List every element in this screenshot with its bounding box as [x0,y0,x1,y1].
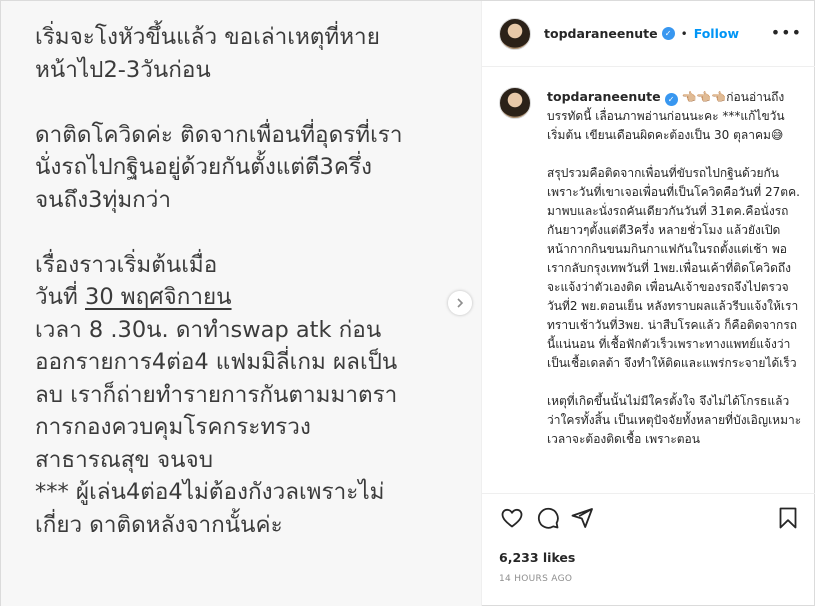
image-line: สาธารณสุข จนจบ [35,446,213,473]
image-text-block: เริ่มจะโงหัวขึ้นแล้ว ขอเล่าเหตุที่หาย หน… [35,21,465,541]
avatar[interactable] [499,87,531,119]
image-line: เรื่องราวเริ่มต้นเมื่อ [35,251,218,278]
avatar[interactable] [499,17,531,50]
caption-username[interactable]: topdaraneenute [547,89,661,104]
save-button[interactable] [774,504,802,532]
heart-icon [501,508,523,528]
post-image[interactable]: เริ่มจะโงหัวขึ้นแล้ว ขอเล่าเหตุที่หาย หน… [1,1,482,606]
image-line: เริ่มจะโงหัวขึ้นแล้ว ขอเล่าเหตุที่หาย [35,24,380,50]
caption-text: สรุปรวมคือติดจากเพื่อนที่ขับรถไปกฐินด้วย… [547,166,800,370]
date-prefix: วันที่ [35,284,85,310]
image-line: ดาติดโควิดค่ะ ติดจากเพื่อนที่อุดรที่เรา [35,121,403,148]
image-line: เวลา 8 .30น. ดาทำswap atk ก่อน [35,316,382,343]
post-timestamp[interactable]: 14 HOURS AGO [499,574,572,584]
chevron-right-icon [457,298,464,308]
next-image-button[interactable] [448,291,472,315]
share-icon [571,508,593,528]
post-sidebar: topdaraneenute ✓ • Follow ••• topdaranee… [482,1,815,606]
image-line: ออกรายการ4ต่อ4 แฟมมิลี่เกม ผลเป็น [35,349,398,375]
instagram-post: เริ่มจะโงหัวขึ้นแล้ว ขอเล่าเหตุที่หาย หน… [0,0,815,606]
comment-button[interactable] [534,504,562,532]
follow-button[interactable]: Follow [694,26,739,41]
share-button[interactable] [568,504,596,532]
more-icon[interactable]: ••• [771,23,802,42]
caption: topdaraneenute ✓ 👈🏼👈🏼👈🏼ก่อนอ่านถึงบรรทัดน… [499,87,802,449]
image-line: เกี่ยว ดาติดหลังจากนั้นค่ะ [35,511,283,538]
verified-icon: ✓ [661,27,675,40]
caption-emoji: 👈🏼👈🏼👈🏼 [681,90,727,104]
image-line: นั่งรถไปกฐินอยู่ด้วยกันตั้งแต่ตี3ครึ่ง [35,154,372,180]
caption-body: topdaraneenute ✓ 👈🏼👈🏼👈🏼ก่อนอ่านถึงบรรทัดน… [547,87,802,449]
caption-text: เหตุที่เกิดขึ้นนั้นไม่มีใครตั้งใจ จึงไม่… [547,394,802,446]
image-line: ลบ เราก็ถ่ายทำรายการกันตามมาตรา [35,381,398,408]
verified-icon: ✓ [664,93,678,106]
post-header: topdaraneenute ✓ • Follow ••• [482,1,815,67]
like-button[interactable] [498,504,526,532]
image-line-date: วันที่ 30 พฤศจิกายน [35,281,465,314]
date-underlined: 30 พฤศจิกายน [85,284,232,310]
image-line: *** ผู้เล่น4ต่อ4ไม่ต้องกังวลเพราะไม่ [35,479,385,505]
like-count[interactable]: 6,233 likes [499,550,575,565]
post-actions: 6,233 likes 14 HOURS AGO [482,493,815,606]
image-line: หน้าไป2-3วันก่อน [35,56,211,83]
bookmark-icon [779,507,797,529]
comment-icon [537,507,559,529]
image-line: การกองควบคุมโรคกระทรวง [35,414,311,440]
separator-dot: • [680,26,688,41]
comments-area[interactable]: topdaraneenute ✓ 👈🏼👈🏼👈🏼ก่อนอ่านถึงบรรทัดน… [482,68,815,493]
image-line: จนถึง3ทุ่มกว่า [35,186,172,213]
header-username[interactable]: topdaraneenute [544,26,658,41]
